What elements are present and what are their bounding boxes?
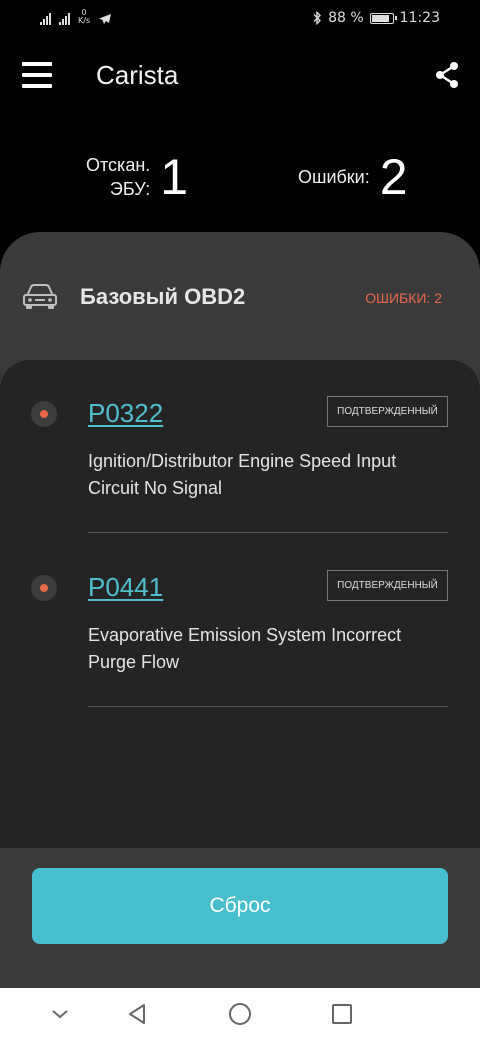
ecu-header[interactable]: Базовый OBD2 ОШИБКИ: 2 xyxy=(0,232,480,360)
car-icon xyxy=(23,284,57,309)
system-nav-bar xyxy=(0,988,480,1040)
signal-icon-2 xyxy=(59,13,70,25)
network-speed: 0 K/s xyxy=(78,9,90,25)
status-badge: ПОДТВЕРЖДЕННЫЙ xyxy=(327,570,448,601)
description-line: Evaporative Emission System Incorrect xyxy=(88,625,402,645)
scan-summary: Отскан. ЭБУ: 1 Ошибки: 2 xyxy=(0,130,480,220)
fault-codes-card: P0322 ПОДТВЕРЖДЕННЫЙ Ignition/Distributo… xyxy=(0,360,480,944)
fault-code-description: Ignition/Distributor Engine Speed Input … xyxy=(88,448,458,502)
status-badge: ПОДТВЕРЖДЕННЫЙ xyxy=(327,396,448,427)
status-bar: 0 K/s 88 % 11:23 xyxy=(0,0,480,38)
fault-code-item[interactable]: P0322 ПОДТВЕРЖДЕННЫЙ Ignition/Distributo… xyxy=(0,394,480,568)
error-dot-icon xyxy=(31,575,57,601)
description-line: Ignition/Distributor Engine Speed Input xyxy=(88,451,397,471)
clock: 11:23 xyxy=(399,10,440,26)
home-circle-icon[interactable] xyxy=(226,1000,254,1028)
description-line: Purge Flow xyxy=(88,652,180,672)
bluetooth-icon xyxy=(313,11,322,25)
scanned-ecu-count: 1 xyxy=(160,149,189,205)
scanned-label-line1: Отскан. xyxy=(86,155,151,175)
chevron-down-icon[interactable] xyxy=(46,1000,74,1028)
recents-square-icon[interactable] xyxy=(328,1000,356,1028)
signal-icon xyxy=(40,13,51,25)
scanned-ecu-summary: Отскан. ЭБУ: 1 xyxy=(86,148,188,206)
scanned-ecu-label: Отскан. ЭБУ: xyxy=(86,153,150,201)
share-icon[interactable] xyxy=(432,60,462,90)
speed-unit: K/s xyxy=(78,16,91,25)
fault-code-link[interactable]: P0441 xyxy=(88,572,163,603)
battery-percent: 88 % xyxy=(328,10,364,26)
fault-code-description: Evaporative Emission System Incorrect Pu… xyxy=(88,622,458,676)
description-line: Circuit No Signal xyxy=(88,478,223,498)
status-left: 0 K/s xyxy=(40,9,112,25)
divider xyxy=(88,706,448,707)
app-title: Carista xyxy=(96,60,179,90)
errors-summary: Ошибки: 2 xyxy=(298,148,408,206)
battery-icon xyxy=(369,12,397,24)
fault-code-item[interactable]: P0441 ПОДТВЕРЖДЕННЫЙ Evaporative Emissio… xyxy=(0,568,480,742)
back-triangle-icon[interactable] xyxy=(124,1000,152,1028)
fault-code-link[interactable]: P0322 xyxy=(88,398,163,429)
status-right: 88 % 11:23 xyxy=(312,10,440,26)
ecu-name: Базовый OBD2 xyxy=(80,284,246,309)
errors-count: 2 xyxy=(379,149,408,205)
errors-label: Ошибки: xyxy=(298,167,370,187)
ecu-errors-count: ОШИБКИ: 2 xyxy=(365,290,442,306)
telegram-icon xyxy=(99,14,112,24)
error-dot-icon xyxy=(31,401,57,427)
scanned-label-line2: ЭБУ: xyxy=(109,179,151,199)
app-bar: Carista xyxy=(0,38,480,118)
hamburger-menu-icon[interactable] xyxy=(22,60,54,92)
divider xyxy=(88,532,448,533)
ecu-panel: Базовый OBD2 ОШИБКИ: 2 P0322 ПОДТВЕРЖДЕН… xyxy=(0,232,480,992)
reset-button[interactable]: Сброс xyxy=(32,868,448,944)
